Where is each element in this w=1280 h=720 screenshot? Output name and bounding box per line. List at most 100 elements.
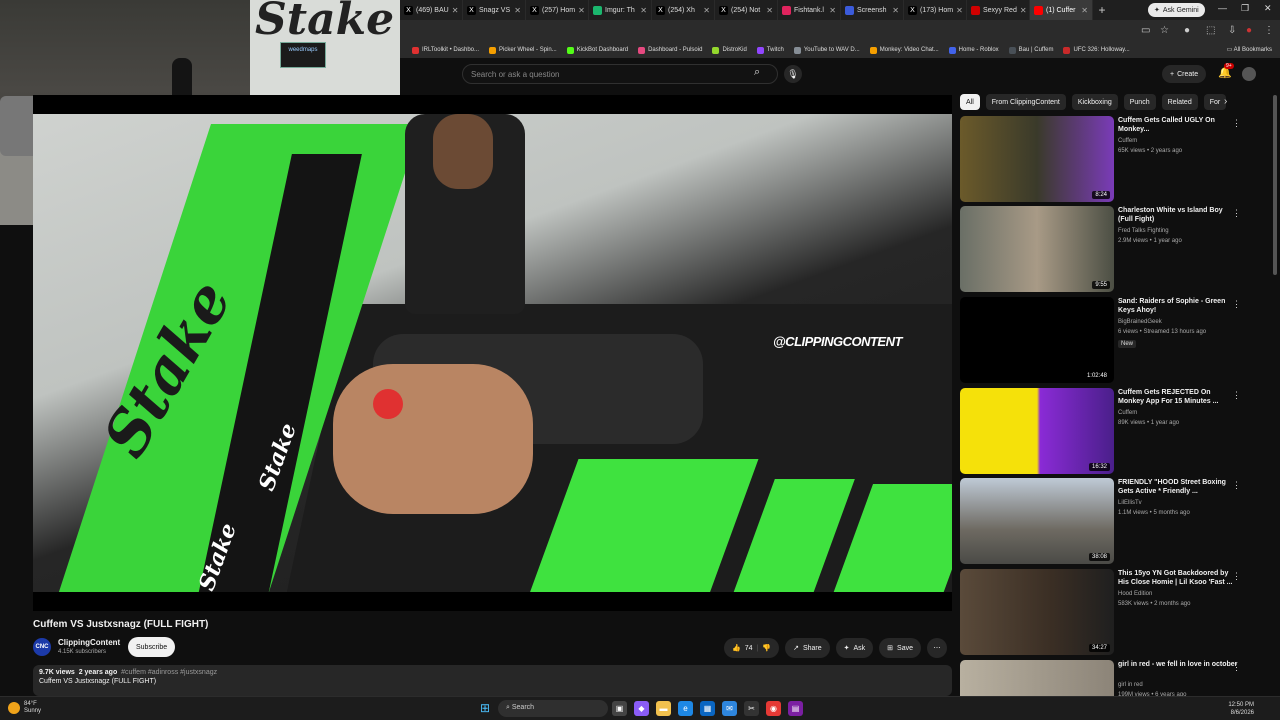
browser-tab[interactable]: (1) Cuffer ✕: [1030, 0, 1093, 20]
maximize-icon[interactable]: ❐: [1241, 3, 1249, 14]
filter-chip[interactable]: From ClippingContent: [985, 94, 1066, 110]
video-player[interactable]: Stake Stake Stake @CLIPPINGCONTENT: [33, 95, 952, 611]
browser-tab[interactable]: X (254) Not ✕: [715, 0, 778, 20]
more-options-icon[interactable]: ⋮: [1232, 662, 1241, 673]
recommended-video[interactable]: 8:24 Cuffem Gets Called UGLY On Monkey...…: [960, 116, 1270, 202]
browser-tab[interactable]: X (254) Xh ✕: [652, 0, 715, 20]
video-frame[interactable]: Stake Stake Stake @CLIPPINGCONTENT: [33, 114, 952, 592]
taskbar-search-input[interactable]: ⌕ Search: [498, 700, 608, 717]
video-thumbnail[interactable]: 38:08: [960, 478, 1114, 564]
recommended-channel[interactable]: Cuffem: [1118, 410, 1137, 416]
bookmark-star-icon[interactable]: ☆: [1160, 25, 1169, 36]
close-window-icon[interactable]: ✕: [1264, 3, 1272, 14]
windows-start-icon[interactable]: ⊞: [480, 702, 492, 714]
recommended-channel[interactable]: BigBrainedGeek: [1118, 319, 1162, 325]
menu-icon[interactable]: ⋮: [1264, 25, 1274, 36]
browser-tab[interactable]: Sexyy Red ✕: [967, 0, 1030, 20]
search-icon[interactable]: ⌕: [754, 66, 760, 79]
browser-tab[interactable]: X (173) Hom ✕: [904, 0, 967, 20]
share-button[interactable]: ↗ Share: [785, 638, 830, 658]
browser-tab[interactable]: Screensh ✕: [841, 0, 904, 20]
mic-icon[interactable]: 🎙: [784, 65, 802, 83]
thumbs-down-icon[interactable]: 👎: [762, 644, 771, 652]
bookmark-item[interactable]: IRLToolkit • Dashbo...: [412, 46, 479, 54]
subscribe-button[interactable]: Subscribe: [128, 637, 176, 657]
recommended-title[interactable]: girl in red - we fell in love in october: [1118, 660, 1238, 669]
save-button[interactable]: ⊞ Save: [879, 638, 922, 658]
recommended-video[interactable]: 38:08 FRIENDLY "HOOD Street Boxing Gets A…: [960, 478, 1270, 564]
recommended-title[interactable]: This 15yo YN Got Backdoored by His Close…: [1118, 569, 1238, 587]
recommended-title[interactable]: Cuffem Gets REJECTED On Monkey App For 1…: [1118, 388, 1238, 406]
video-description[interactable]: 9.7K views 2 years ago #cuffem #adinross…: [33, 665, 952, 696]
recommended-title[interactable]: FRIENDLY "HOOD Street Boxing Gets Active…: [1118, 478, 1238, 496]
profile-icon[interactable]: ●: [1246, 25, 1252, 36]
more-options-icon[interactable]: ⋮: [1232, 480, 1241, 491]
copilot-icon[interactable]: ◆: [634, 701, 649, 716]
tab-close-icon[interactable]: ✕: [578, 6, 585, 15]
tab-close-icon[interactable]: ✕: [514, 6, 521, 15]
recommended-title[interactable]: Cuffem Gets Called UGLY On Monkey...: [1118, 116, 1238, 134]
tab-close-icon[interactable]: ✕: [452, 6, 459, 15]
more-actions-button[interactable]: ⋯: [927, 638, 948, 658]
tab-close-icon[interactable]: ✕: [892, 6, 899, 15]
tab-close-icon[interactable]: ✕: [956, 6, 963, 15]
app-icon[interactable]: ▤: [788, 701, 803, 716]
edge-icon[interactable]: e: [678, 701, 693, 716]
browser-tab[interactable]: X (257) Hom ✕: [526, 0, 589, 20]
chrome-icon[interactable]: ◉: [766, 701, 781, 716]
bookmark-item[interactable]: Picker Wheel - Spin...: [489, 46, 557, 54]
recommended-video[interactable]: 1:02:48 Sand: Raiders of Sophie - Green K…: [960, 297, 1270, 383]
recommended-video[interactable]: 9:55 Charleston White vs Island Boy (Full…: [960, 206, 1270, 292]
video-thumbnail[interactable]: 34:27: [960, 569, 1114, 655]
video-thumbnail[interactable]: 16:32: [960, 388, 1114, 474]
more-options-icon[interactable]: ⋮: [1232, 118, 1241, 129]
bookmark-item[interactable]: Twitch: [756, 46, 784, 54]
more-options-icon[interactable]: ⋮: [1232, 390, 1241, 401]
bookmark-item[interactable]: Home - Roblox: [948, 46, 999, 54]
more-options-icon[interactable]: ⋮: [1232, 208, 1241, 219]
filter-chip[interactable]: Related: [1161, 94, 1198, 110]
minimize-icon[interactable]: —: [1218, 3, 1227, 13]
tab-close-icon[interactable]: ✕: [829, 6, 836, 15]
browser-tab[interactable]: Fishtank.l ✕: [778, 0, 841, 20]
filter-chip[interactable]: Kickboxing: [1071, 94, 1118, 110]
bookmark-item[interactable]: YouTube to WAV D...: [793, 46, 860, 54]
capcut-icon[interactable]: ✂: [744, 701, 759, 716]
store-icon[interactable]: ▦: [700, 701, 715, 716]
weather-widget[interactable]: 84°F Sunny: [8, 701, 41, 715]
tab-close-icon[interactable]: ✕: [1020, 6, 1027, 15]
all-bookmarks-link[interactable]: ▭ All Bookmarks: [1227, 46, 1272, 53]
recommended-channel[interactable]: girl in red: [1118, 682, 1143, 688]
like-button[interactable]: 👍 74 | 👎: [724, 638, 780, 658]
recommended-channel[interactable]: Fred Talks Fighting: [1118, 228, 1169, 234]
file-explorer-icon[interactable]: ▬: [656, 701, 671, 716]
bookmark-item[interactable]: Dashboard - Pulsoid: [638, 46, 702, 54]
tab-close-icon[interactable]: ✕: [766, 6, 773, 15]
bookmark-item[interactable]: UFC 326: Holloway...: [1063, 46, 1130, 54]
filter-chip[interactable]: For: [1203, 94, 1227, 110]
filter-chip[interactable]: Punch: [1123, 94, 1156, 110]
recommended-channel[interactable]: Cuffem: [1118, 138, 1137, 144]
bookmark-item[interactable]: Monkey: Video Chat...: [869, 46, 939, 54]
search-input[interactable]: Search or ask a question: [462, 64, 778, 84]
recommended-video[interactable]: 34:27 This 15yo YN Got Backdoored by His …: [960, 569, 1270, 655]
more-options-icon[interactable]: ⋮: [1232, 571, 1241, 582]
bookmark-item[interactable]: Bau | Cuffem: [1008, 46, 1053, 54]
browser-tab[interactable]: X Snagz VS ✕: [463, 0, 526, 20]
create-button[interactable]: + Create: [1162, 65, 1207, 83]
browser-tab[interactable]: Imgur: Th ✕: [589, 0, 652, 20]
recommended-title[interactable]: Charleston White vs Island Boy (Full Fig…: [1118, 206, 1238, 224]
notifications-bell-icon[interactable]: 🔔 9+: [1218, 63, 1234, 79]
system-clock[interactable]: 12:50 PM 8/6/2026: [1228, 701, 1254, 717]
puzzle-icon[interactable]: ⬚: [1206, 25, 1215, 36]
filter-chip[interactable]: All: [960, 94, 980, 110]
ask-gemini-button[interactable]: ✦ Ask Gemini: [1148, 3, 1205, 17]
bookmark-item[interactable]: KickBot Dashboard: [566, 46, 628, 54]
new-tab-icon[interactable]: +: [1093, 3, 1111, 17]
video-thumbnail[interactable]: 1:02:48: [960, 297, 1114, 383]
channel-name[interactable]: ClippingContent: [58, 638, 120, 647]
task-view-icon[interactable]: ▣: [612, 701, 627, 716]
recommended-video[interactable]: 16:32 Cuffem Gets REJECTED On Monkey App …: [960, 388, 1270, 474]
extension-icon[interactable]: ●: [1184, 25, 1190, 36]
bookmark-item[interactable]: DistroKid: [712, 46, 747, 54]
